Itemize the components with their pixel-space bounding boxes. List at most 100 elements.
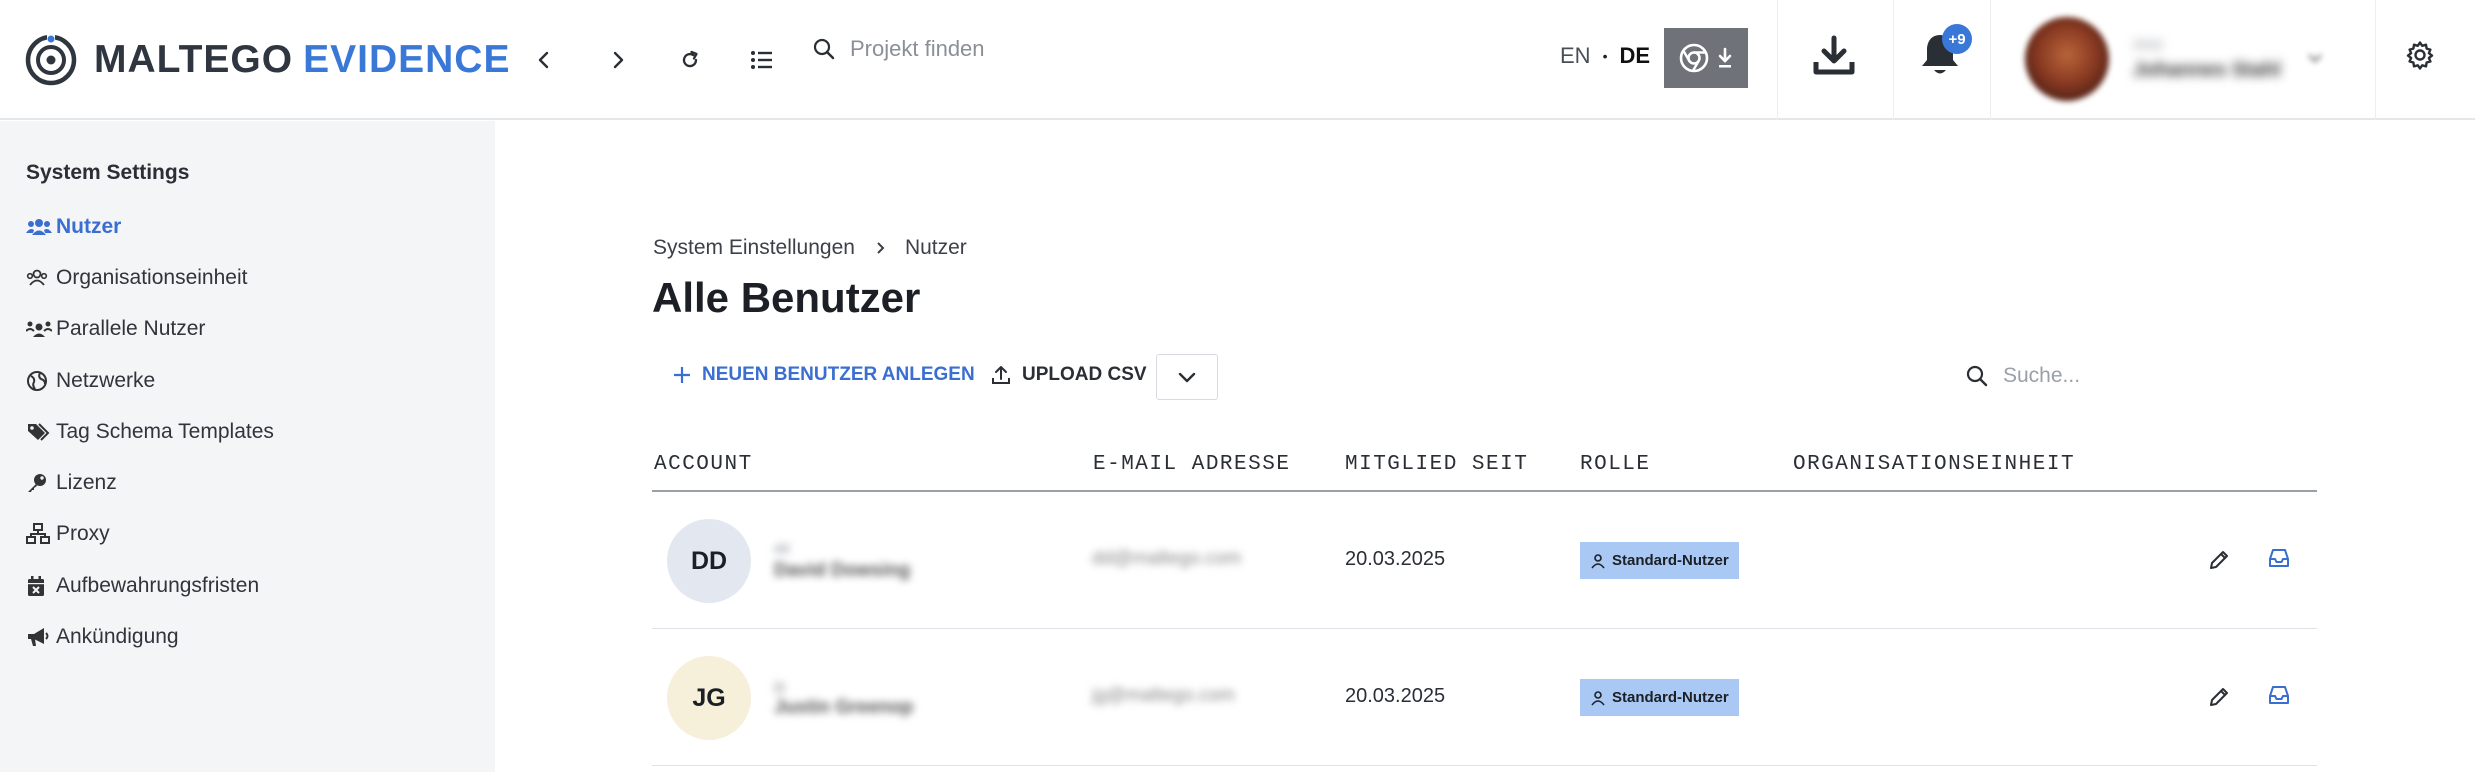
account-name: Justin Greenop <box>774 697 914 718</box>
inbox-icon <box>2269 549 2289 567</box>
sidebar-item-label: Lizenz <box>56 471 117 495</box>
settings-button[interactable] <box>2405 40 2435 75</box>
sidebar-nav: Nutzer Organisationseinheit Parallele Nu… <box>26 201 274 663</box>
language-switcher: EN • DE <box>1560 43 1650 69</box>
download-tray-icon <box>1813 35 1855 75</box>
logo-text-maltego: MALTEGO <box>94 38 294 81</box>
lang-en[interactable]: EN <box>1560 43 1591 69</box>
sidebar-item-label: Ankündigung <box>56 625 179 649</box>
breadcrumb-separator <box>873 241 887 255</box>
back-button[interactable] <box>519 35 569 85</box>
sidebar-item-label: Netzwerke <box>56 368 156 392</box>
divider <box>1777 0 1778 120</box>
sidebar-item-proxy[interactable]: Proxy <box>26 509 274 560</box>
message-user-button[interactable] <box>2267 546 2291 575</box>
column-header-email[interactable]: E-MAIL ADRESSE <box>1093 453 1290 476</box>
sidebar-item-ankuendigung[interactable]: Ankündigung <box>26 611 274 662</box>
table-row[interactable]: DD dd David Dowsing dd@maltego.com 20.03… <box>652 492 2317 629</box>
account-username: jg <box>774 677 785 693</box>
sidebar-item-label: Organisationseinheit <box>56 265 248 289</box>
pencil-icon <box>2210 688 2228 706</box>
sidebar-item-label: Aufbewahrungsfristen <box>56 573 260 597</box>
top-bar: MALTEGOEVIDENCE EN • DE +9 Ansi Johannes… <box>0 0 2475 120</box>
chrome-icon <box>1679 43 1709 73</box>
chevron-down-icon[interactable] <box>2305 48 2325 68</box>
calendar-x-icon <box>28 575 44 596</box>
sidebar-item-parallele-nutzer[interactable]: Parallele Nutzer <box>26 304 274 355</box>
upload-csv-label: UPLOAD CSV <box>1022 364 1147 385</box>
role-label: Standard-Nutzer <box>1612 689 1729 706</box>
sidebar-item-nutzer[interactable]: Nutzer <box>26 201 274 252</box>
downloads-button[interactable] <box>1812 34 1856 83</box>
avatar: DD <box>667 519 751 603</box>
megaphone-icon <box>28 628 49 647</box>
chevron-right-icon <box>613 51 624 69</box>
sidebar-item-organisationseinheit[interactable]: Organisationseinheit <box>26 252 274 303</box>
search-icon <box>1966 365 1988 387</box>
settings-sidebar: System Settings Nutzer Organisationseinh… <box>0 121 495 772</box>
breadcrumb-system-einstellungen[interactable]: System Einstellungen <box>653 236 855 260</box>
maltego-logo-icon <box>25 33 77 86</box>
plus-icon <box>674 367 690 383</box>
upload-csv-button[interactable]: UPLOAD CSV <box>990 364 1147 386</box>
globe-icon <box>27 370 47 391</box>
user-name: Johannes Stahl <box>2133 59 2281 81</box>
sidebar-item-lizenz[interactable]: Lizenz <box>26 457 274 508</box>
divider <box>1893 0 1894 120</box>
sidebar-item-label: Parallele Nutzer <box>56 317 206 341</box>
role-label: Standard-Nutzer <box>1612 552 1729 569</box>
column-header-member-since[interactable]: MITGLIED SEIT <box>1345 453 1528 476</box>
users-icon <box>26 218 52 235</box>
upload-icon <box>992 366 1010 384</box>
reload-button[interactable] <box>665 35 715 85</box>
inbox-icon <box>2269 686 2289 704</box>
sidebar-item-label: Tag Schema Templates <box>56 419 274 443</box>
chrome-extension-download-button[interactable] <box>1664 28 1748 88</box>
user-avatar[interactable] <box>2025 17 2109 101</box>
logo-text-evidence: EVIDENCE <box>303 38 511 81</box>
column-header-org-unit[interactable]: ORGANISATIONSEINHEIT <box>1793 453 2075 476</box>
user-search[interactable] <box>1965 364 2243 388</box>
member-since-cell: 20.03.2025 <box>1345 685 1446 707</box>
edit-user-button[interactable] <box>2207 685 2231 714</box>
message-user-button[interactable] <box>2267 683 2291 712</box>
column-header-role[interactable]: ROLLE <box>1580 453 1651 476</box>
add-user-button[interactable]: NEUEN BENUTZER ANLEGEN <box>672 364 975 386</box>
gear-icon <box>2406 41 2434 70</box>
edit-user-button[interactable] <box>2207 548 2231 577</box>
email-cell: dd@maltego.com <box>1092 548 1242 569</box>
member-since-cell: 20.03.2025 <box>1345 548 1446 570</box>
user-search-input[interactable] <box>2003 364 2243 388</box>
maltego-logo[interactable]: MALTEGO EVIDENCE <box>24 33 510 87</box>
pencil-icon <box>2210 551 2228 569</box>
search-icon <box>813 38 835 60</box>
chevron-right-icon <box>877 242 885 254</box>
network-icon <box>26 523 50 545</box>
list-view-button[interactable] <box>737 35 787 85</box>
sidebar-item-tag-schema-templates[interactable]: Tag Schema Templates <box>26 406 274 457</box>
role-badge: Standard-Nutzer <box>1580 542 1739 579</box>
email-cell: jg@maltego.com <box>1092 685 1235 706</box>
more-actions-dropdown[interactable] <box>1156 354 1218 400</box>
table-row[interactable]: JG jg Justin Greenop jg@maltego.com 20.0… <box>652 629 2317 766</box>
account-info: jg Justin Greenop <box>774 677 913 719</box>
account-name: David Dowsing <box>774 560 911 581</box>
user-info[interactable]: Ansi Johannes Stahl <box>2133 36 2281 82</box>
column-header-account[interactable]: ACCOUNT <box>654 453 753 476</box>
org-unit-icon <box>26 269 48 286</box>
sidebar-item-netzwerke[interactable]: Netzwerke <box>26 355 274 406</box>
chevron-left-icon <box>538 51 549 69</box>
user-icon <box>1591 690 1605 706</box>
forward-button[interactable] <box>593 35 643 85</box>
key-icon <box>28 474 46 493</box>
sidebar-item-aufbewahrungsfristen[interactable]: Aufbewahrungsfristen <box>26 560 274 611</box>
refresh-icon <box>682 50 698 68</box>
breadcrumb-nutzer: Nutzer <box>904 236 967 259</box>
project-search-input[interactable] <box>850 36 1150 62</box>
divider <box>1990 0 1991 120</box>
users-table-header: ACCOUNT E-MAIL ADRESSE MITGLIED SEIT ROL… <box>652 446 2317 492</box>
logo-text: MALTEGO EVIDENCE <box>94 38 510 82</box>
lang-de[interactable]: DE <box>1619 43 1650 69</box>
divider <box>2375 0 2376 120</box>
project-search[interactable] <box>812 36 1150 62</box>
